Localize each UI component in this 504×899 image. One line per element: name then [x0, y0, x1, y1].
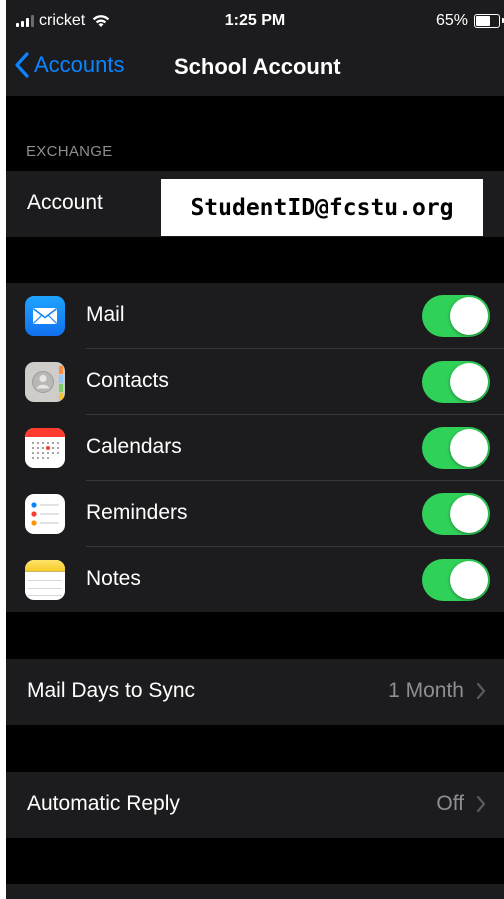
reminders-toggle[interactable]	[422, 493, 490, 535]
chevron-right-icon	[476, 795, 486, 813]
list-item-reminders: Reminders	[6, 481, 504, 547]
status-right: 65%	[435, 12, 504, 30]
mail-icon	[25, 296, 65, 336]
chevron-right-icon	[476, 682, 486, 700]
list-item-mail: Mail	[6, 283, 504, 349]
list-item-label: Notes	[86, 567, 141, 590]
list-item-calendars: Calendars	[6, 415, 504, 481]
notes-toggle[interactable]	[422, 559, 490, 601]
next-group-partial	[6, 884, 504, 899]
calendars-toggle[interactable]	[422, 427, 490, 469]
contacts-icon	[25, 362, 65, 402]
battery-icon	[474, 14, 504, 28]
back-button-label: Accounts	[34, 52, 125, 77]
status-time: 1:25 PM	[224, 12, 286, 29]
navigation-bar: Accounts School Account	[6, 44, 504, 96]
list-item-contacts: Contacts	[6, 349, 504, 415]
automatic-reply-value: Off	[436, 792, 464, 815]
reminders-icon	[25, 494, 65, 534]
account-label: Account	[27, 191, 103, 214]
status-bar: cricket 1:25 PM 65%	[6, 0, 504, 44]
mail-days-value: 1 Month	[388, 679, 464, 702]
mail-days-label: Mail Days to Sync	[27, 679, 196, 702]
back-button[interactable]: Accounts	[14, 52, 125, 78]
list-item-label: Calendars	[86, 435, 182, 458]
notes-icon	[25, 560, 65, 600]
sync-services-group: Mail Contacts Calendars Reminders Notes	[6, 283, 504, 612]
page-title: School Account	[174, 54, 341, 79]
mail-toggle[interactable]	[422, 295, 490, 337]
list-item-label: Reminders	[86, 501, 188, 524]
automatic-reply-row[interactable]: Automatic Reply Off	[6, 772, 504, 838]
mail-days-row[interactable]: Mail Days to Sync 1 Month	[6, 659, 504, 725]
calendar-icon	[25, 428, 65, 468]
list-item-label: Contacts	[86, 369, 169, 392]
mail-days-group: Mail Days to Sync 1 Month	[6, 659, 504, 725]
list-item-notes: Notes	[6, 547, 504, 613]
account-email-value: StudentID@fcstu.org	[161, 179, 483, 236]
settings-screen: cricket 1:25 PM 65% Accounts School Acco…	[6, 0, 504, 899]
chevron-left-icon	[15, 52, 29, 78]
section-header-exchange: EXCHANGE	[26, 143, 113, 160]
automatic-reply-label: Automatic Reply	[27, 792, 180, 815]
automatic-reply-group: Automatic Reply Off	[6, 772, 504, 838]
contacts-toggle[interactable]	[422, 361, 490, 403]
list-item-label: Mail	[86, 303, 125, 326]
battery-percent: 65%	[435, 12, 468, 29]
